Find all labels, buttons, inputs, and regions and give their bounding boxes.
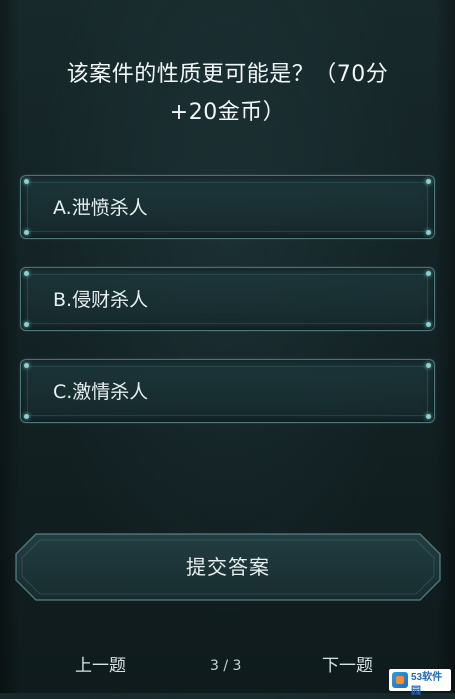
option-a-button[interactable]: A.泄愤杀人 (20, 175, 435, 239)
corner-dot-icon (426, 271, 431, 276)
corner-dot-icon (24, 322, 29, 327)
corner-dot-icon (426, 230, 431, 235)
corner-dot-icon (426, 414, 431, 419)
question-line-1: 该案件的性质更可能是？（70分 (66, 62, 389, 87)
corner-dot-icon (24, 414, 29, 419)
corner-dot-icon (24, 230, 29, 235)
page-indicator: 3 / 3 (210, 658, 242, 674)
corner-dot-icon (24, 363, 29, 368)
corner-dot-icon (426, 363, 431, 368)
corner-dot-icon (426, 322, 431, 327)
question-line-2: +20金币） (169, 100, 286, 125)
option-b-label: B.侵财杀人 (53, 289, 149, 311)
option-b-button[interactable]: B.侵财杀人 (20, 267, 435, 331)
watermark-text: 53软件园 (411, 672, 443, 697)
submit-answer-label: 提交答案 (186, 555, 270, 579)
site-watermark: 53软件园 (389, 669, 451, 697)
corner-dot-icon (24, 179, 29, 184)
corner-dot-icon (24, 271, 29, 276)
question-text: 该案件的性质更可能是？（70分 +20金币） (30, 56, 425, 132)
submit-answer-button[interactable]: 提交答案 (14, 532, 442, 602)
bottom-navigation: 上一题 3 / 3 下一题 (0, 638, 455, 693)
option-a-label: A.泄愤杀人 (53, 197, 148, 219)
option-c-button[interactable]: C.激情杀人 (20, 359, 435, 423)
corner-dot-icon (426, 179, 431, 184)
watermark-logo-icon (392, 672, 408, 688)
previous-question-button[interactable]: 上一题 (75, 652, 126, 680)
option-c-label: C.激情杀人 (53, 381, 149, 403)
next-question-button[interactable]: 下一题 (322, 652, 373, 680)
